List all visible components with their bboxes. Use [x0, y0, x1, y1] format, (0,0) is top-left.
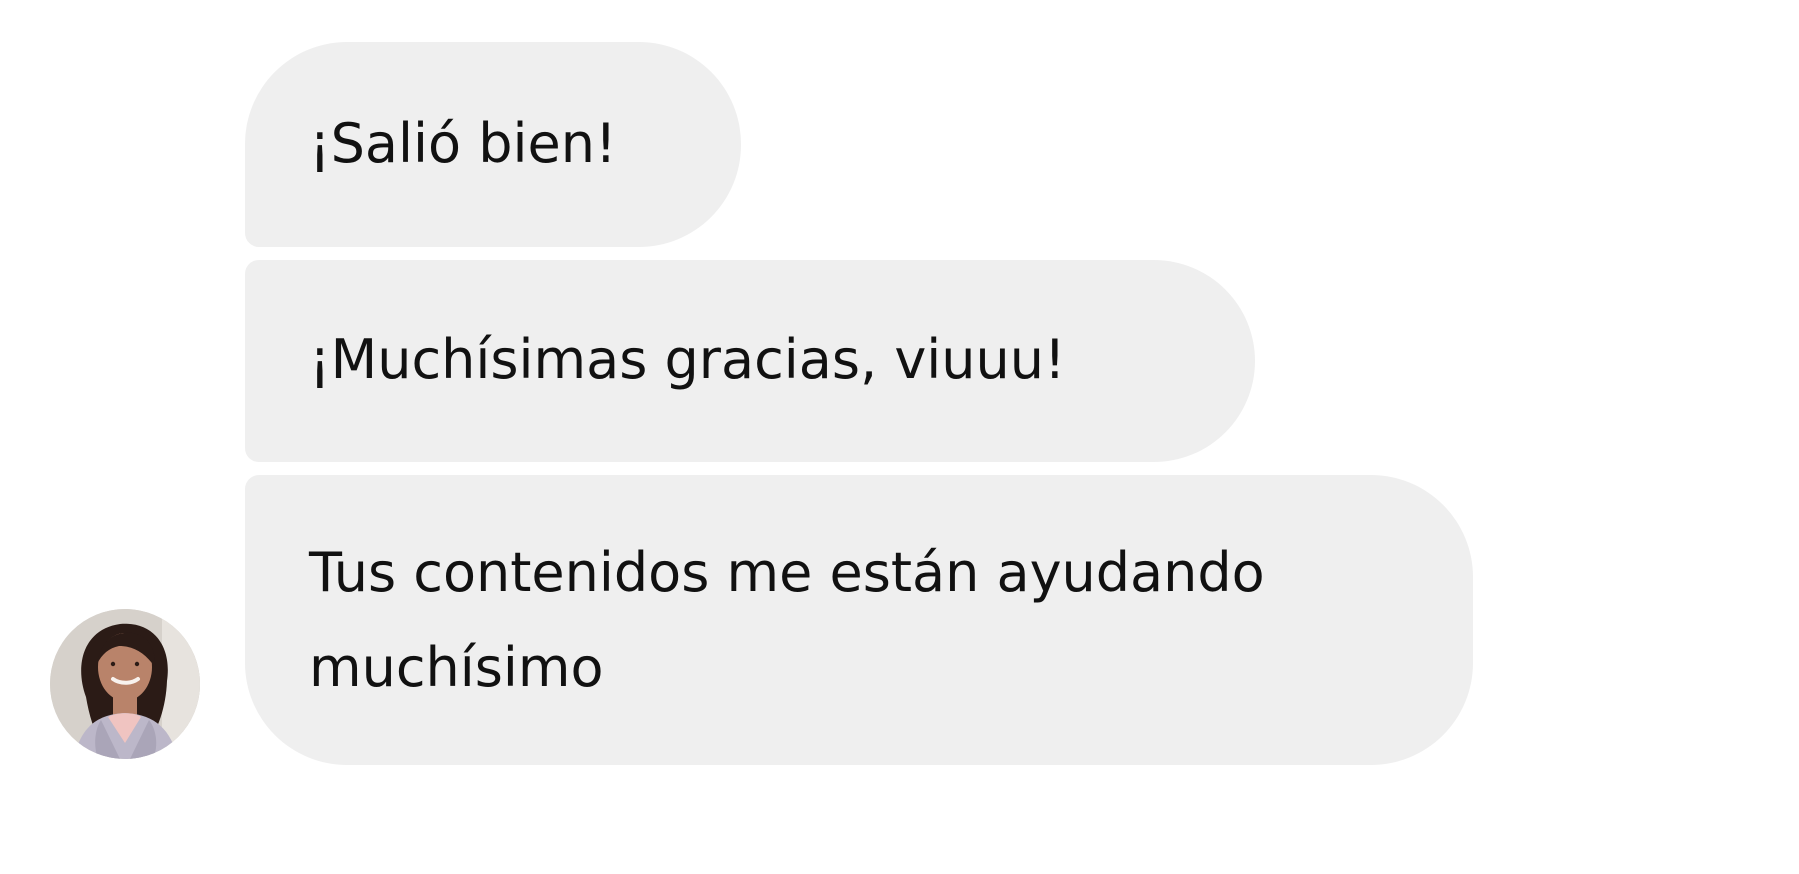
chat-thread: ¡Salió bien! ¡Muchísimas gracias, viuuu!… — [0, 0, 1799, 874]
message-text: ¡Salió bien! — [309, 112, 617, 175]
message-bubble[interactable]: Tus contenidos me están ayudando muchísi… — [245, 475, 1473, 765]
message-text: ¡Muchísimas gracias, viuuu! — [309, 328, 1066, 391]
message-text: Tus contenidos me están ayudando muchísi… — [309, 541, 1265, 699]
message-bubble[interactable]: ¡Salió bien! — [245, 42, 741, 247]
profile-photo-icon — [50, 609, 200, 759]
avatar[interactable] — [50, 609, 200, 759]
message-bubble[interactable]: ¡Muchísimas gracias, viuuu! — [245, 260, 1255, 462]
